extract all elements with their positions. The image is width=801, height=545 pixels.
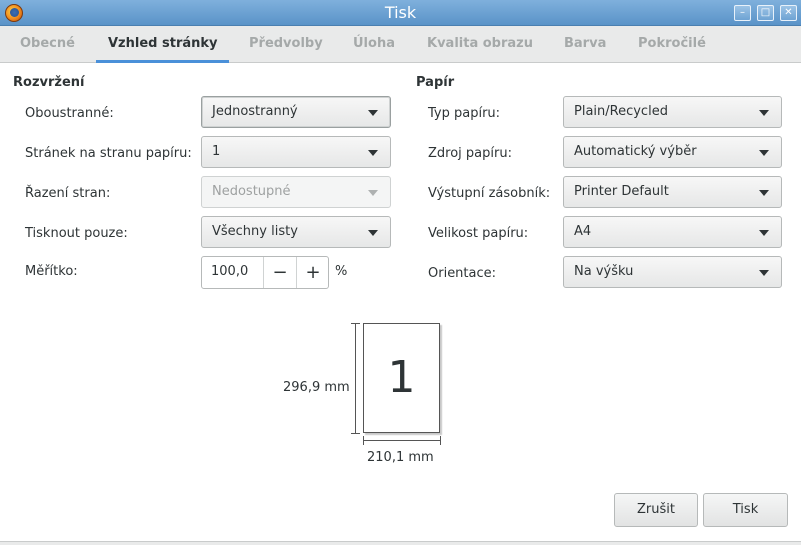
paper-source-value: Automatický výběr (574, 144, 697, 159)
pages-per-sheet-label: Stránek na stranu papíru: (25, 146, 192, 161)
chevron-down-icon (368, 190, 378, 196)
page-preview: 1 (363, 323, 440, 433)
chevron-down-icon (759, 270, 769, 276)
height-dimension-line (355, 323, 356, 434)
window-bottom-edge (0, 541, 801, 545)
tab-bar: Obecné Vzhled stránky Předvolby Úloha Kv… (0, 26, 801, 63)
chevron-down-icon (759, 110, 769, 116)
cancel-button[interactable]: Zrušit (614, 493, 698, 527)
page-preview-number: 1 (387, 352, 416, 403)
tab-general[interactable]: Obecné (20, 36, 75, 51)
tab-page-setup[interactable]: Vzhled stránky (108, 36, 218, 51)
paper-section-title: Papír (416, 75, 455, 90)
tab-preferences[interactable]: Předvolby (249, 36, 323, 51)
page-width-text: 210,1 mm (367, 450, 434, 465)
duplex-label: Oboustranné: (25, 106, 114, 121)
tab-color[interactable]: Barva (564, 36, 606, 51)
close-button[interactable]: ✕ (780, 5, 797, 21)
height-dimension-cap-bottom (351, 433, 360, 434)
tab-image-quality[interactable]: Kvalita obrazu (427, 36, 533, 51)
scale-decrease-button[interactable]: − (263, 257, 296, 288)
paper-source-label: Zdroj papíru: (428, 146, 512, 161)
output-tray-select[interactable]: Printer Default (563, 176, 782, 208)
page-height-text: 296,9 mm (283, 380, 350, 395)
layout-section-title: Rozvržení (13, 75, 85, 90)
page-ordering-label: Řazení stran: (25, 186, 111, 201)
pages-per-sheet-select[interactable]: 1 (201, 136, 391, 168)
chevron-down-icon (759, 230, 769, 236)
chevron-down-icon (368, 110, 378, 116)
minimize-button[interactable]: – (734, 5, 751, 21)
scale-input[interactable]: 100,0 (211, 264, 248, 279)
paper-type-value: Plain/Recycled (574, 104, 668, 119)
paper-source-select[interactable]: Automatický výběr (563, 136, 782, 168)
chevron-down-icon (368, 230, 378, 236)
height-dimension-cap-top (351, 323, 360, 324)
only-print-label: Tisknout pouze: (25, 226, 128, 241)
orientation-value: Na výšku (574, 264, 634, 279)
page-ordering-select: Nedostupné (201, 176, 391, 208)
print-button[interactable]: Tisk (703, 493, 788, 527)
page-ordering-value: Nedostupné (212, 184, 291, 199)
paper-type-label: Typ papíru: (428, 106, 501, 121)
paper-size-select[interactable]: A4 (563, 216, 782, 248)
only-print-value: Všechny listy (212, 224, 298, 239)
orientation-label: Orientace: (428, 266, 497, 281)
scale-spinbutton[interactable]: 100,0 − + (201, 256, 329, 289)
output-tray-label: Výstupní zásobník: (428, 186, 551, 201)
scale-unit: % (335, 264, 348, 279)
duplex-select[interactable]: Jednostranný (201, 96, 391, 128)
paper-type-select[interactable]: Plain/Recycled (563, 96, 782, 128)
chevron-down-icon (759, 150, 769, 156)
pages-per-sheet-value: 1 (212, 144, 221, 159)
paper-size-value: A4 (574, 224, 592, 239)
only-print-select[interactable]: Všechny listy (201, 216, 391, 248)
tab-job[interactable]: Úloha (353, 36, 395, 51)
output-tray-value: Printer Default (574, 184, 669, 199)
width-dimension-cap-left (363, 436, 364, 445)
duplex-value: Jednostranný (212, 104, 298, 119)
tab-advanced[interactable]: Pokročilé (638, 36, 706, 51)
chevron-down-icon (759, 190, 769, 196)
window-title: Tisk (384, 3, 417, 22)
width-dimension-cap-right (440, 436, 441, 445)
scale-label: Měřítko: (25, 264, 78, 279)
paper-size-label: Velikost papíru: (428, 226, 529, 241)
active-tab-indicator (96, 60, 229, 63)
title-bar: Tisk – □ ✕ (0, 0, 801, 26)
orientation-select[interactable]: Na výšku (563, 256, 782, 288)
scale-increase-button[interactable]: + (296, 257, 329, 288)
chevron-down-icon (368, 150, 378, 156)
width-dimension-line (363, 440, 441, 441)
maximize-button[interactable]: □ (757, 5, 774, 21)
